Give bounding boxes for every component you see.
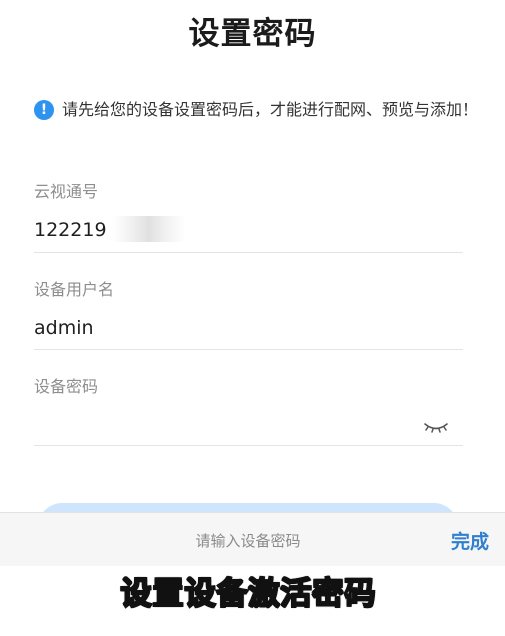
eye-closed-icon[interactable]	[423, 418, 449, 436]
caption-text: 设置设备激活密码	[120, 575, 377, 613]
cloud-id-divider	[34, 252, 463, 253]
cloud-id-label: 云视通号	[34, 182, 99, 201]
info-exclamation-icon: !	[34, 100, 54, 120]
username-label: 设备用户名	[34, 280, 115, 299]
password-label: 设备密码	[34, 377, 99, 396]
cloud-id-redaction-mask	[113, 216, 185, 242]
notice: ! 请先给您的设备设置密码后，才能进行配网、预览与添加！	[34, 96, 484, 123]
password-field[interactable]	[34, 413, 414, 439]
username-field[interactable]: admin	[34, 317, 94, 339]
cloud-id-value: 122219	[34, 219, 107, 241]
done-button[interactable]: 完成	[451, 527, 489, 554]
keyboard-accessory-bar: 请输入设备密码 完成	[0, 512, 505, 568]
page-title: 设置密码	[188, 16, 317, 52]
username-divider	[34, 349, 463, 350]
keyboard-placeholder-hint: 请输入设备密码	[195, 532, 301, 550]
notice-text: 请先给您的设备设置密码后，才能进行配网、预览与添加！	[62, 100, 479, 119]
password-divider	[34, 445, 463, 446]
caption-area: 设置设备激活密码	[0, 566, 505, 636]
